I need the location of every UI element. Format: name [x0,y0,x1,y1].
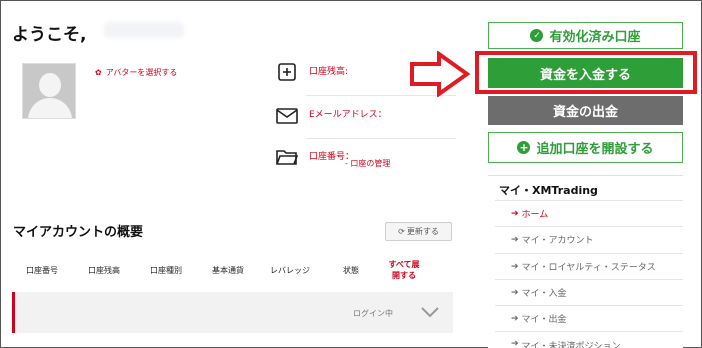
add-account-label: 追加口座を開設する [536,142,654,157]
chevron-right-icon: ➔ [511,234,519,245]
refresh-icon: ⟳ [398,227,405,236]
balance-label: 口座残高: [309,67,349,77]
login-status: ログイン中 [353,309,393,318]
avatar-head [39,73,61,97]
refresh-button[interactable]: ⟳ 更新する [385,222,452,241]
deposit-button[interactable]: 資金を入金する [488,58,683,88]
avatar[interactable] [22,63,76,119]
side-menu-item-label: ホーム [521,210,549,220]
select-avatar-link[interactable]: ✿ アバターを選択する [95,67,177,78]
side-menu-item-loyalty[interactable]: ➔ マイ・ロイヤルティ・ステータス [495,253,683,279]
chevron-right-icon: ➔ [511,261,519,272]
side-menu-item-label: マイ・ロイヤルティ・ステータス [521,263,656,273]
side-menu-item-deposit[interactable]: ➔ マイ・入金 [495,279,683,305]
chevron-right-icon: ➔ [511,339,519,348]
column-header-base-currency[interactable]: 基本通貨 [212,265,244,276]
side-menu-item-label: マイ・アカウント [521,236,594,246]
add-account-button[interactable]: + 追加口座を開設する [488,132,683,163]
column-header-account-type[interactable]: 口座種別 [150,265,182,276]
chevron-right-icon: ➔ [511,208,519,219]
email-label: Eメールアドレス： [309,110,387,120]
side-menu-title: マイ・XMTrading [499,184,598,197]
verified-account-button[interactable]: ✓ 有効化済み口座 [488,22,683,49]
side-menu-item-label: マイ・未決済ポジション [521,342,621,348]
avatar-body [28,98,72,118]
blurred-username [104,22,184,38]
plus-circle-icon: + [517,141,531,154]
column-header-status[interactable]: 状態 [343,265,359,276]
select-avatar-label: アバターを選択する [105,68,178,77]
divider [306,138,456,139]
plus-square-icon [278,63,296,81]
column-header-account-number[interactable]: 口座番号 [26,265,58,276]
refresh-label: 更新する [406,227,439,236]
chevron-right-icon: ➔ [511,313,519,324]
expand-all-link[interactable]: すべて展開する [386,259,422,281]
side-menu-item-label: マイ・入金 [521,289,567,299]
column-header-leverage[interactable]: レバレッジ [270,265,310,276]
check-circle-icon: ✓ [530,29,544,42]
arrow-right-icon [410,51,471,97]
side-menu-item-open-positions[interactable]: ➔ マイ・未決済ポジション [495,331,683,348]
side-menu-item-label: マイ・出金 [521,315,567,325]
column-header-balance[interactable]: 口座残高 [88,265,120,276]
envelope-icon [276,108,298,124]
welcome-heading: ようこそ, [12,25,87,45]
overview-title: マイアカウントの概要 [13,225,144,240]
chevron-right-icon: ➔ [511,287,519,298]
folder-icon [276,150,298,165]
side-menu-item-withdraw[interactable]: ➔ マイ・出金 [495,305,683,331]
side-menu-item-home[interactable]: ➔ ホーム [495,200,683,226]
verified-account-label: 有効化済み口座 [549,30,641,45]
manage-account-link[interactable]: - 口座の管理 [345,158,390,169]
withdraw-button[interactable]: 資金の出金 [488,96,683,125]
chevron-down-icon[interactable] [420,305,440,319]
side-menu-item-my-account[interactable]: ➔ マイ・アカウント [495,226,683,252]
gear-icon: ✿ [95,68,102,77]
